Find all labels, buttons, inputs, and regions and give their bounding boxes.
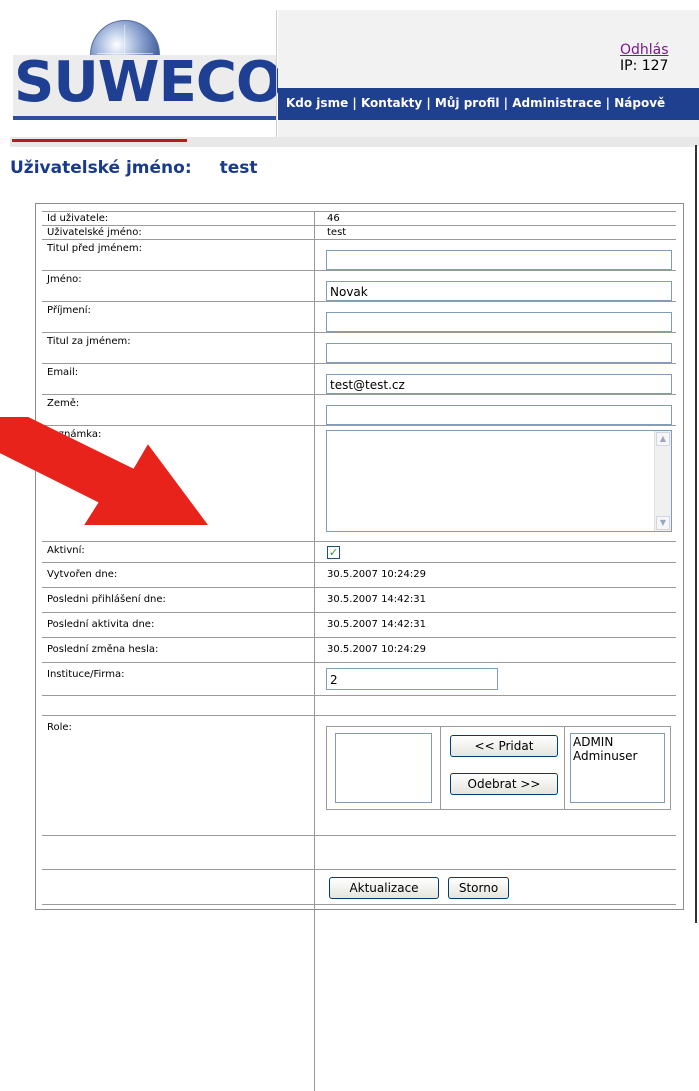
company-input[interactable]: 2 (326, 668, 498, 690)
label-user-id: Id uživatele: (47, 213, 109, 224)
role-option[interactable]: Adminuser (573, 749, 662, 763)
label-title-before: Titul před jménem: (47, 243, 142, 254)
frame-border (695, 145, 697, 923)
checkmark-icon: ✓ (328, 546, 339, 559)
row-email: Email: test@test.cz (42, 363, 676, 395)
row-spacer-2 (42, 835, 676, 870)
row-last-pw-change: Poslední změna hesla: 30.5.2007 10:24:29 (42, 637, 676, 663)
available-roles-list[interactable] (335, 733, 432, 803)
row-first-name: Jméno: Novak (42, 270, 676, 302)
label-email: Email: (47, 367, 79, 378)
row-last-login: Posledni přihlášení dne: 30.5.2007 14:42… (42, 587, 676, 613)
header-panel (278, 10, 699, 140)
row-role: Role: << Pridat Odebrat >> ADMIN Adminus… (42, 715, 676, 836)
label-first-name: Jméno: (47, 274, 82, 285)
row-spacer (42, 695, 676, 716)
label-last-pw-change: Poslední změna hesla: (47, 644, 159, 655)
assigned-roles-list[interactable]: ADMIN Adminuser (570, 733, 665, 803)
note-textarea[interactable]: ▲ ▼ (326, 430, 672, 532)
main-nav: Kdo jsme | Kontakty | Můj profil | Admin… (278, 88, 699, 120)
country-input[interactable] (326, 405, 672, 425)
title-after-input[interactable] (326, 343, 672, 363)
value-last-activity: 30.5.2007 14:42:31 (327, 619, 426, 630)
scroll-up-icon[interactable]: ▲ (656, 432, 670, 446)
label-username: Uživatelské jméno: (47, 227, 142, 238)
logout-link[interactable]: Odhlás (620, 42, 669, 58)
value-created: 30.5.2007 10:24:29 (327, 569, 426, 580)
role-buttons: << Pridat Odebrat >> (441, 727, 564, 809)
label-last-activity: Poslední aktivita dne: (47, 619, 155, 630)
role-picker: << Pridat Odebrat >> ADMIN Adminuser (326, 726, 671, 810)
first-name-input[interactable]: Novak (326, 281, 672, 301)
label-role: Role: (47, 722, 72, 733)
value-user-id: 46 (327, 213, 340, 224)
page-title-value: test (219, 158, 258, 178)
page-title: Uživatelské jméno: test (10, 158, 258, 178)
label-title-after: Titul za jménem: (47, 336, 131, 347)
logo: SUWECO (14, 50, 284, 115)
header-accent-line (12, 139, 187, 142)
value-username: test (327, 227, 347, 238)
row-last-activity: Poslední aktivita dne: 30.5.2007 14:42:3… (42, 612, 676, 638)
add-role-button[interactable]: << Pridat (450, 735, 558, 757)
row-company: Instituce/Firma: 2 (42, 662, 676, 696)
annotation-arrow-icon (0, 417, 208, 525)
active-checkbox[interactable]: ✓ (327, 546, 340, 559)
label-last-name: Příjmení: (47, 305, 91, 316)
scroll-down-icon[interactable]: ▼ (656, 516, 670, 530)
ip-address: IP: 127 (620, 58, 669, 74)
row-created: Vytvořen dne: 30.5.2007 10:24:29 (42, 562, 676, 588)
role-divider (564, 727, 565, 809)
row-user-id: Id uživatele: 46 (42, 211, 676, 226)
row-last-name: Příjmení: (42, 301, 676, 333)
last-name-input[interactable] (326, 312, 672, 332)
label-last-login: Posledni přihlášení dne: (47, 594, 166, 605)
row-username: Uživatelské jméno: test (42, 225, 676, 240)
label-created: Vytvořen dne: (47, 569, 118, 580)
title-before-input[interactable] (326, 250, 672, 270)
update-button[interactable]: Aktualizace (329, 877, 439, 899)
annotation-arrow-icon (0, 417, 208, 525)
label-company: Instituce/Firma: (47, 669, 125, 680)
page-title-label: Uživatelské jméno: (10, 158, 192, 178)
cancel-button[interactable]: Storno (448, 877, 509, 899)
header: SUWECO Kdo jsme | Kontakty | Můj profil … (0, 0, 699, 150)
row-title-before: Titul před jménem: (42, 239, 676, 271)
logo-area: SUWECO (0, 0, 284, 140)
remove-role-button[interactable]: Odebrat >> (450, 773, 558, 795)
logo-underline (13, 116, 277, 120)
email-input[interactable]: test@test.cz (326, 374, 672, 394)
role-option[interactable]: ADMIN (573, 735, 662, 749)
header-divider (276, 10, 277, 137)
value-last-pw-change: 30.5.2007 10:24:29 (327, 644, 426, 655)
row-actions: Aktualizace Storno (42, 869, 676, 905)
note-scrollbar[interactable]: ▲ ▼ (654, 431, 671, 531)
nav-links[interactable]: Kdo jsme | Kontakty | Můj profil | Admin… (286, 96, 665, 110)
row-title-after: Titul za jménem: (42, 332, 676, 364)
value-last-login: 30.5.2007 14:42:31 (327, 594, 426, 605)
